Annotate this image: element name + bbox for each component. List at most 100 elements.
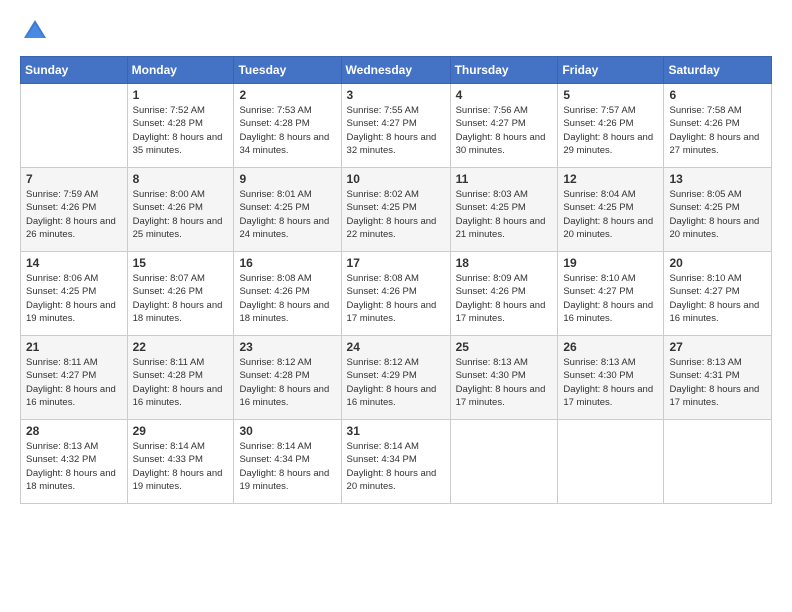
calendar-cell: 31Sunrise: 8:14 AMSunset: 4:34 PMDayligh… (341, 420, 450, 504)
calendar-cell: 13 Sunrise: 8:05 AMSunset: 4:25 PMDayligh… (664, 168, 772, 252)
page: SundayMondayTuesdayWednesdayThursdayFrid… (0, 0, 792, 612)
day-info: Sunrise: 8:13 AMSunset: 4:32 PMDaylight:… (26, 440, 122, 493)
day-info: Sunrise: 8:03 AMSunset: 4:25 PMDaylight:… (456, 188, 553, 241)
day-number: 9 (239, 172, 335, 186)
calendar-cell (664, 420, 772, 504)
day-number: 26 (563, 340, 658, 354)
logo-icon (20, 16, 50, 46)
calendar-cell: 23 Sunrise: 8:12 AMSunset: 4:28 PMDayligh… (234, 336, 341, 420)
calendar-week-3: 21 Sunrise: 8:11 AMSunset: 4:27 PMDayligh… (21, 336, 772, 420)
day-info: Sunrise: 8:05 AMSunset: 4:25 PMDaylight:… (669, 188, 766, 241)
day-info: Sunrise: 8:06 AMSunset: 4:25 PMDaylight:… (26, 272, 122, 325)
calendar-cell: 21 Sunrise: 8:11 AMSunset: 4:27 PMDayligh… (21, 336, 128, 420)
weekday-header-monday: Monday (127, 57, 234, 84)
day-number: 22 (133, 340, 229, 354)
day-info: Sunrise: 8:12 AMSunset: 4:29 PMDaylight:… (347, 356, 445, 409)
day-info: Sunrise: 8:00 AMSunset: 4:26 PMDaylight:… (133, 188, 229, 241)
calendar-cell: 12 Sunrise: 8:04 AMSunset: 4:25 PMDayligh… (558, 168, 664, 252)
day-number: 25 (456, 340, 553, 354)
day-info: Sunrise: 8:12 AMSunset: 4:28 PMDaylight:… (239, 356, 335, 409)
calendar-cell: 2 Sunrise: 7:53 AMSunset: 4:28 PMDaylight… (234, 84, 341, 168)
day-number: 20 (669, 256, 766, 270)
day-number: 3 (347, 88, 445, 102)
calendar-cell: 8Sunrise: 8:00 AMSunset: 4:26 PMDaylight… (127, 168, 234, 252)
calendar-cell: 11 Sunrise: 8:03 AMSunset: 4:25 PMDayligh… (450, 168, 558, 252)
calendar-cell: 18Sunrise: 8:09 AMSunset: 4:26 PMDayligh… (450, 252, 558, 336)
logo (20, 16, 54, 46)
weekday-header-thursday: Thursday (450, 57, 558, 84)
weekday-header-wednesday: Wednesday (341, 57, 450, 84)
calendar-week-1: 7Sunrise: 7:59 AMSunset: 4:26 PMDaylight… (21, 168, 772, 252)
day-number: 21 (26, 340, 122, 354)
day-number: 16 (239, 256, 335, 270)
weekday-header-friday: Friday (558, 57, 664, 84)
day-number: 5 (563, 88, 658, 102)
calendar-cell: 22Sunrise: 8:11 AMSunset: 4:28 PMDayligh… (127, 336, 234, 420)
day-info: Sunrise: 8:08 AMSunset: 4:26 PMDaylight:… (347, 272, 445, 325)
calendar-table: SundayMondayTuesdayWednesdayThursdayFrid… (20, 56, 772, 504)
day-number: 14 (26, 256, 122, 270)
day-info: Sunrise: 7:52 AMSunset: 4:28 PMDaylight:… (133, 104, 229, 157)
day-number: 30 (239, 424, 335, 438)
day-number: 4 (456, 88, 553, 102)
day-info: Sunrise: 8:02 AMSunset: 4:25 PMDaylight:… (347, 188, 445, 241)
calendar-cell: 16 Sunrise: 8:08 AMSunset: 4:26 PMDayligh… (234, 252, 341, 336)
calendar-cell: 14 Sunrise: 8:06 AMSunset: 4:25 PMDayligh… (21, 252, 128, 336)
day-info: Sunrise: 7:55 AMSunset: 4:27 PMDaylight:… (347, 104, 445, 157)
calendar-cell: 10 Sunrise: 8:02 AMSunset: 4:25 PMDayligh… (341, 168, 450, 252)
day-number: 19 (563, 256, 658, 270)
day-number: 13 (669, 172, 766, 186)
day-number: 24 (347, 340, 445, 354)
day-number: 15 (133, 256, 229, 270)
day-number: 1 (133, 88, 229, 102)
day-info: Sunrise: 8:10 AMSunset: 4:27 PMDaylight:… (563, 272, 658, 325)
day-number: 2 (239, 88, 335, 102)
calendar-week-2: 14 Sunrise: 8:06 AMSunset: 4:25 PMDayligh… (21, 252, 772, 336)
calendar-cell: 6 Sunrise: 7:58 AMSunset: 4:26 PMDaylight… (664, 84, 772, 168)
calendar-cell: 26 Sunrise: 8:13 AMSunset: 4:30 PMDayligh… (558, 336, 664, 420)
day-number: 31 (347, 424, 445, 438)
calendar-cell (21, 84, 128, 168)
calendar-cell: 30 Sunrise: 8:14 AMSunset: 4:34 PMDayligh… (234, 420, 341, 504)
calendar-cell: 7Sunrise: 7:59 AMSunset: 4:26 PMDaylight… (21, 168, 128, 252)
calendar-cell: 4Sunrise: 7:56 AMSunset: 4:27 PMDaylight… (450, 84, 558, 168)
day-number: 27 (669, 340, 766, 354)
day-info: Sunrise: 8:13 AMSunset: 4:30 PMDaylight:… (563, 356, 658, 409)
day-number: 6 (669, 88, 766, 102)
weekday-header-tuesday: Tuesday (234, 57, 341, 84)
day-info: Sunrise: 7:58 AMSunset: 4:26 PMDaylight:… (669, 104, 766, 157)
day-info: Sunrise: 8:11 AMSunset: 4:27 PMDaylight:… (26, 356, 122, 409)
calendar-cell: 1 Sunrise: 7:52 AMSunset: 4:28 PMDaylight… (127, 84, 234, 168)
calendar-cell: 3 Sunrise: 7:55 AMSunset: 4:27 PMDaylight… (341, 84, 450, 168)
weekday-header-sunday: Sunday (21, 57, 128, 84)
day-info: Sunrise: 7:57 AMSunset: 4:26 PMDaylight:… (563, 104, 658, 157)
weekday-header-row: SundayMondayTuesdayWednesdayThursdayFrid… (21, 57, 772, 84)
calendar-cell: 5 Sunrise: 7:57 AMSunset: 4:26 PMDaylight… (558, 84, 664, 168)
day-info: Sunrise: 8:13 AMSunset: 4:30 PMDaylight:… (456, 356, 553, 409)
day-number: 23 (239, 340, 335, 354)
day-info: Sunrise: 8:09 AMSunset: 4:26 PMDaylight:… (456, 272, 553, 325)
day-info: Sunrise: 8:08 AMSunset: 4:26 PMDaylight:… (239, 272, 335, 325)
calendar-cell (450, 420, 558, 504)
calendar-cell: 25 Sunrise: 8:13 AMSunset: 4:30 PMDayligh… (450, 336, 558, 420)
day-number: 29 (133, 424, 229, 438)
day-info: Sunrise: 7:53 AMSunset: 4:28 PMDaylight:… (239, 104, 335, 157)
calendar-cell: 20 Sunrise: 8:10 AMSunset: 4:27 PMDayligh… (664, 252, 772, 336)
day-info: Sunrise: 8:07 AMSunset: 4:26 PMDaylight:… (133, 272, 229, 325)
calendar-cell: 9Sunrise: 8:01 AMSunset: 4:25 PMDaylight… (234, 168, 341, 252)
day-info: Sunrise: 8:14 AMSunset: 4:34 PMDaylight:… (239, 440, 335, 493)
day-info: Sunrise: 8:04 AMSunset: 4:25 PMDaylight:… (563, 188, 658, 241)
day-info: Sunrise: 8:13 AMSunset: 4:31 PMDaylight:… (669, 356, 766, 409)
day-info: Sunrise: 8:10 AMSunset: 4:27 PMDaylight:… (669, 272, 766, 325)
day-number: 11 (456, 172, 553, 186)
calendar-week-0: 1 Sunrise: 7:52 AMSunset: 4:28 PMDaylight… (21, 84, 772, 168)
day-number: 7 (26, 172, 122, 186)
calendar-cell: 28 Sunrise: 8:13 AMSunset: 4:32 PMDayligh… (21, 420, 128, 504)
calendar-cell: 29Sunrise: 8:14 AMSunset: 4:33 PMDayligh… (127, 420, 234, 504)
header (20, 16, 772, 46)
calendar-cell: 24 Sunrise: 8:12 AMSunset: 4:29 PMDayligh… (341, 336, 450, 420)
day-number: 10 (347, 172, 445, 186)
calendar-cell: 15 Sunrise: 8:07 AMSunset: 4:26 PMDayligh… (127, 252, 234, 336)
day-number: 28 (26, 424, 122, 438)
day-number: 12 (563, 172, 658, 186)
